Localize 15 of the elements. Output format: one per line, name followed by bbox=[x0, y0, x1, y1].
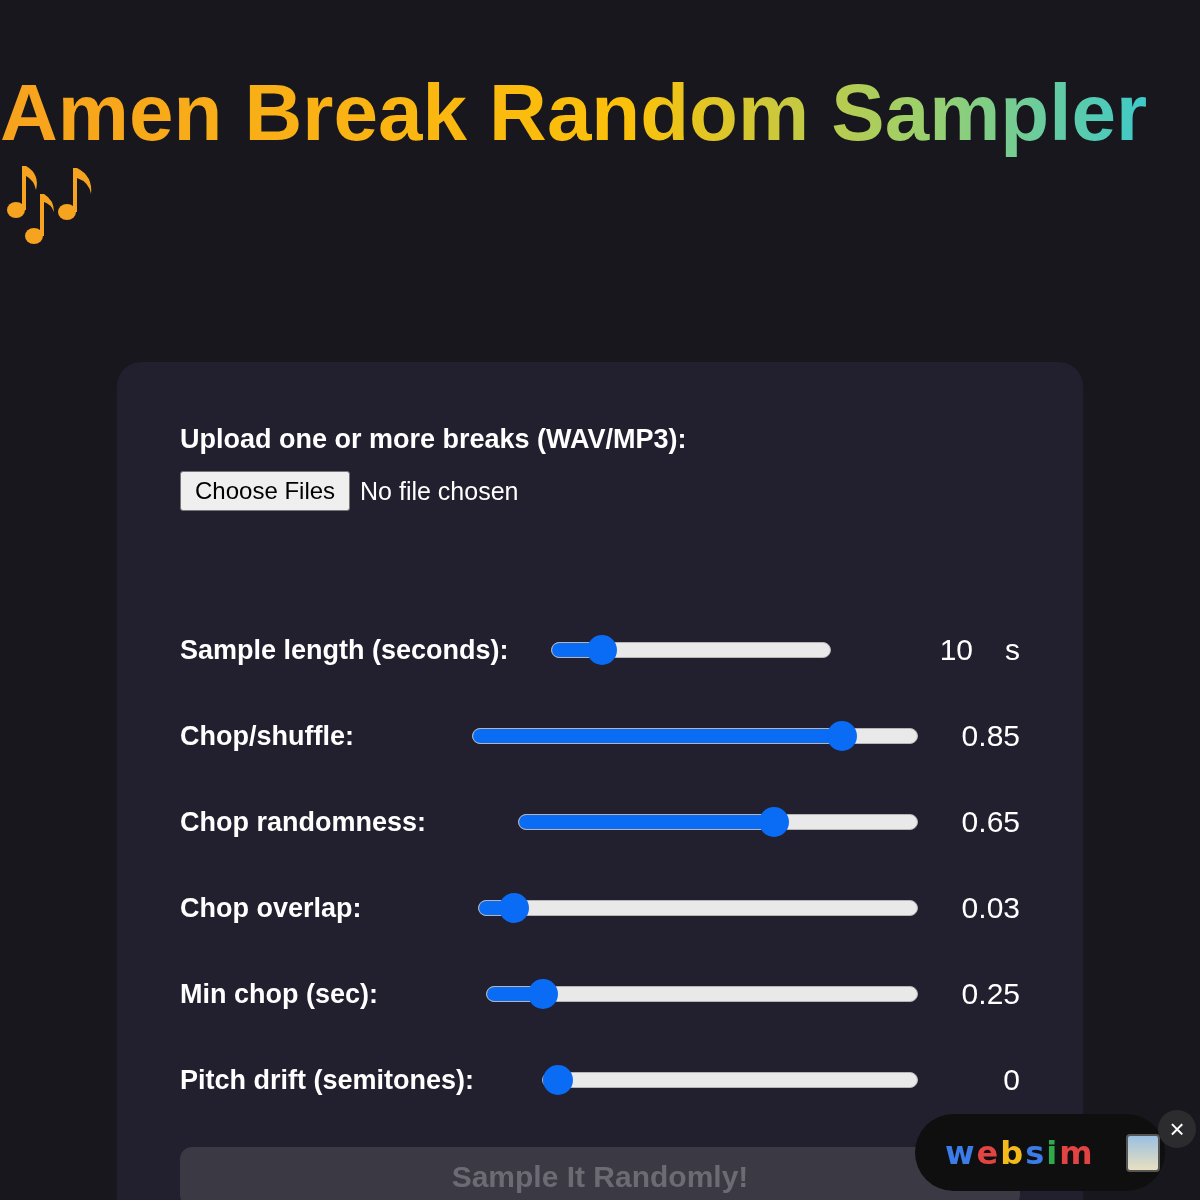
unit-label: s bbox=[1005, 633, 1020, 667]
file-status: No file chosen bbox=[360, 476, 519, 506]
upload-label: Upload one or more breaks (WAV/MP3): bbox=[180, 424, 688, 455]
slider-value: 10 bbox=[938, 633, 973, 667]
slider-value: 0.85 bbox=[960, 719, 1020, 753]
slider-label: Sample length (seconds): bbox=[180, 634, 509, 666]
slider-value: 0.03 bbox=[960, 891, 1020, 925]
slider-value: 0.25 bbox=[960, 977, 1020, 1011]
slider-label: Chop/shuffle: bbox=[180, 720, 354, 752]
slider-value: 0 bbox=[1002, 1063, 1020, 1097]
slider-label: Chop randomness: bbox=[180, 806, 427, 838]
slider-label: Pitch drift (semitones): bbox=[180, 1064, 475, 1096]
slider-value: 0.65 bbox=[960, 805, 1020, 839]
slider-label: Chop overlap: bbox=[180, 892, 362, 924]
slider-label: Min chop (sec): bbox=[180, 978, 378, 1010]
